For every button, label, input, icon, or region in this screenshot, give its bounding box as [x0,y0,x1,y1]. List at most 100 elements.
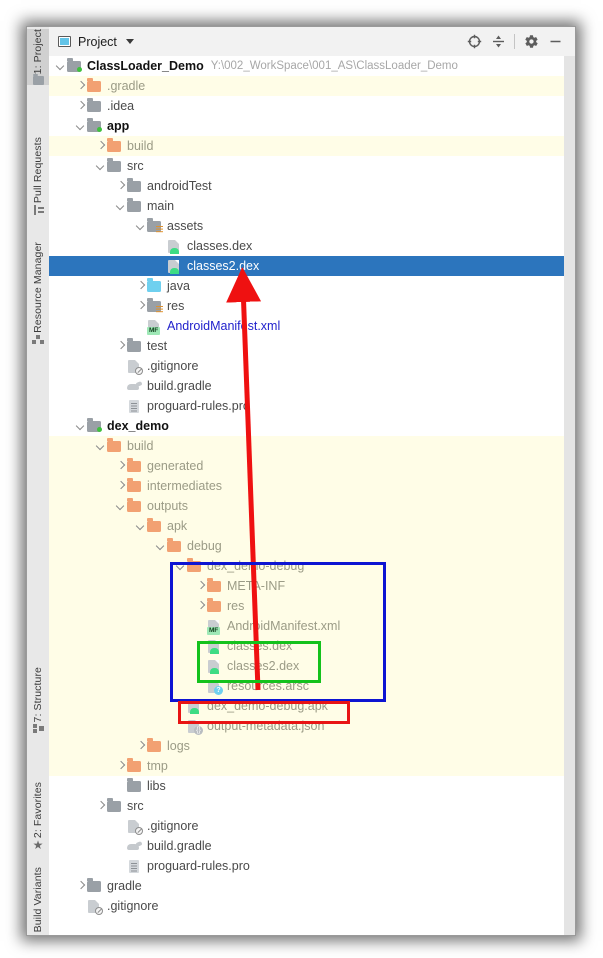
sidebar-item-structure[interactable]: 7: Structure [27,667,49,733]
excluded-folder-icon [127,458,142,474]
tree-row[interactable]: dex_demo [49,416,564,436]
tree-row[interactable]: ClassLoader_Demo Y:\002_WorkSpace\001_AS\… [49,56,564,76]
star-icon: ★ [32,838,44,853]
tree-row[interactable]: src [49,796,564,816]
chevron-right-icon[interactable] [115,761,125,771]
tree-row[interactable]: tmp [49,756,564,776]
tree-row-label: assets [167,219,204,233]
tree-row[interactable]: build [49,136,564,156]
tree-row[interactable]: res [49,296,564,316]
tree-row[interactable]: gradle [49,876,564,896]
tree-row[interactable]: src [49,156,564,176]
chevron-right-icon[interactable] [115,461,125,471]
sidebar-item-favorites[interactable]: 2: Favorites ★ [27,782,49,851]
vertical-scrollbar[interactable] [564,56,575,935]
chevron-down-icon[interactable] [155,541,165,551]
panel-title-group[interactable]: Project [58,27,134,56]
tree-row[interactable]: androidTest [49,176,564,196]
chevron-down-icon[interactable] [75,121,85,131]
chevron-right-icon[interactable] [115,481,125,491]
tree-row-label: outputs [147,499,189,513]
tree-row[interactable]: logs [49,736,564,756]
sidebar-item-resource-manager-label: Resource Manager [32,242,44,333]
tree-row[interactable]: .gitignore [49,816,564,836]
chevron-right-icon[interactable] [75,101,85,111]
sidebar-item-resource-manager[interactable]: Resource Manager [27,242,49,344]
chevron-right-icon[interactable] [115,341,125,351]
tree-row[interactable]: proguard-rules.pro [49,396,564,416]
tree-row[interactable]: proguard-rules.pro [49,856,564,876]
chevron-down-icon[interactable] [55,61,65,71]
tree-row[interactable]: assets [49,216,564,236]
tree-row-label: intermediates [147,479,223,493]
excluded-folder-icon [147,738,162,754]
tree-row[interactable]: MF AndroidManifest.xml [49,316,564,336]
hide-button[interactable] [543,30,567,54]
tree-row[interactable]: build [49,436,564,456]
chevron-down-icon[interactable] [95,441,105,451]
resource-folder-icon [147,298,163,314]
project-tree[interactable]: ClassLoader_Demo Y:\002_WorkSpace\001_AS\… [49,56,575,935]
toolbar-divider [514,34,515,49]
gitignore-file-icon [127,819,143,835]
excluded-folder-icon [147,518,162,534]
tree-row[interactable]: build.gradle [49,836,564,856]
minus-icon [550,40,560,43]
chevron-down-icon[interactable] [135,221,145,231]
text-file-icon [127,399,142,414]
tree-row[interactable]: classes2.dex [49,256,564,276]
tree-row-label: AndroidManifest.xml [167,319,281,333]
chevron-down-icon[interactable] [95,161,105,171]
tree-row[interactable]: build.gradle [49,376,564,396]
tree-row[interactable]: main [49,196,564,216]
chevron-right-icon[interactable] [75,881,85,891]
tree-row[interactable]: app [49,116,564,136]
chevron-right-icon[interactable] [115,181,125,191]
gradle-file-icon [127,839,142,854]
chevron-down-icon[interactable] [135,521,145,531]
chevron-right-icon[interactable] [135,741,145,751]
chevron-right-icon[interactable] [135,301,145,311]
tree-row[interactable]: .gitignore [49,356,564,376]
tree-row[interactable]: libs [49,776,564,796]
chevron-down-icon[interactable] [115,201,125,211]
tree-row[interactable]: .gitignore [49,896,564,916]
resource-manager-icon [32,334,44,344]
tree-row[interactable]: test [49,336,564,356]
tree-row[interactable]: apk [49,516,564,536]
tree-row-label: .gitignore [147,819,199,833]
chevron-right-icon[interactable] [95,801,105,811]
tree-row-label: build [127,439,154,453]
excluded-folder-icon [127,758,142,774]
chevron-down-icon[interactable] [75,421,85,431]
chevron-right-icon[interactable] [95,141,105,151]
text-file-icon [127,859,142,874]
sidebar-item-build-variants[interactable]: Build Variants [27,867,49,932]
tree-row[interactable]: .idea [49,96,564,116]
tree-row[interactable]: debug [49,536,564,556]
dex-file-icon [167,259,182,274]
chevron-right-icon[interactable] [75,81,85,91]
tree-row-label: test [147,339,168,353]
tree-row-label: gradle [107,879,142,893]
tree-row-label: .gitignore [147,359,199,373]
select-opened-file-button[interactable] [462,30,486,54]
tree-row[interactable]: .gradle [49,76,564,96]
tree-row[interactable]: intermediates [49,476,564,496]
gitignore-file-icon [87,899,103,915]
tree-row[interactable]: classes.dex [49,236,564,256]
tree-row[interactable]: java [49,276,564,296]
chevron-down-icon[interactable] [125,39,134,44]
folder-icon [107,158,122,174]
tree-row[interactable]: outputs [49,496,564,516]
tree-row-label: .gitignore [107,899,159,913]
tree-row[interactable]: generated [49,456,564,476]
tree-row-label: classes.dex [187,239,253,253]
collapse-all-button[interactable] [486,30,510,54]
sidebar-item-project[interactable]: 1: Project [27,29,49,86]
chevron-down-icon[interactable] [115,501,125,511]
excluded-folder-icon [167,538,182,554]
sidebar-item-pull-requests[interactable]: Pull Requests [27,137,49,216]
settings-button[interactable] [519,30,543,54]
chevron-right-icon[interactable] [135,281,145,291]
